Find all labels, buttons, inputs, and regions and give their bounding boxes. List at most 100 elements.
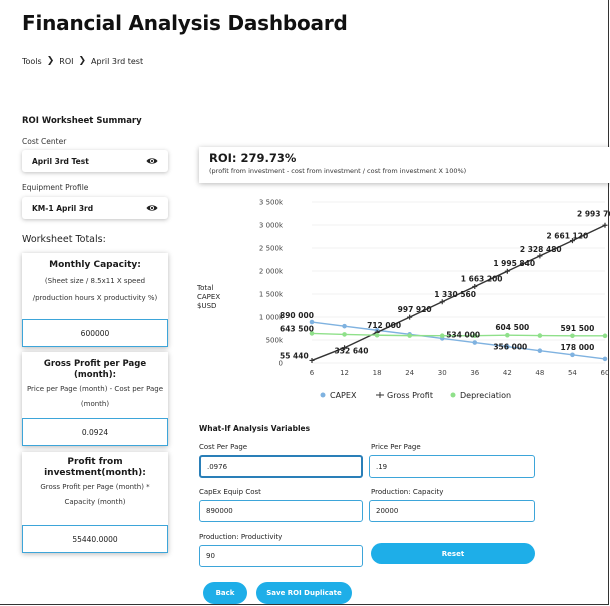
- legend-marker-gross-profit: [376, 392, 384, 398]
- depreciation-point: [374, 332, 380, 338]
- legend-label: Gross Profit: [387, 391, 433, 400]
- y-axis-label-line1: Total: [196, 284, 213, 292]
- production-capacity-input[interactable]: [369, 500, 535, 522]
- monthly-capacity-desc-line2: /production hours X productivity %): [32, 294, 158, 302]
- x-tick-label: 30: [438, 369, 447, 377]
- cost-center-label: Cost Center: [22, 137, 67, 146]
- capex-point: [472, 340, 478, 345]
- data-label: 1 663 200: [461, 274, 503, 283]
- cost-per-page-input[interactable]: [199, 455, 363, 478]
- depreciation-point: [602, 333, 608, 339]
- x-tick-label: 36: [470, 369, 479, 377]
- whatif-title: What-If Analysis Variables: [199, 424, 311, 433]
- price-per-page-input[interactable]: [369, 455, 535, 478]
- x-tick-label: 12: [340, 369, 349, 377]
- y-tick-label: 3 500k: [259, 199, 284, 207]
- capex-point: [602, 356, 608, 362]
- data-label: 604 500: [495, 323, 529, 332]
- depreciation-point: [439, 333, 445, 339]
- cost-per-page-label: Cost Per Page: [199, 443, 248, 451]
- gross-profit-value: 0.0924: [22, 418, 168, 446]
- eye-icon[interactable]: [146, 204, 158, 212]
- gross-profit-point: [602, 222, 608, 228]
- depreciation-point: [407, 333, 412, 338]
- x-tick-label: 60: [601, 369, 610, 377]
- eye-icon[interactable]: [146, 157, 158, 165]
- legend-label: CAPEX: [330, 391, 357, 400]
- gross-profit-point: [472, 283, 478, 289]
- data-label: 591 500: [560, 324, 594, 333]
- roi-summary-box: ROI: 279.73% (profit from investment - c…: [199, 147, 610, 183]
- y-tick-label: 0: [279, 360, 283, 368]
- gross-profit-point: [504, 268, 510, 274]
- data-label: 2 328 480: [520, 245, 562, 254]
- roi-formula: (profit from investment - cost from inve…: [209, 167, 467, 175]
- breadcrumb-item-current: April 3rd test: [91, 56, 144, 66]
- depreciation-point: [570, 333, 575, 339]
- depreciation-point: [537, 333, 543, 338]
- y-tick-label: 500k: [266, 337, 284, 345]
- data-label: 534 000: [446, 330, 480, 339]
- equipment-profile-label: Equipment Profile: [22, 183, 89, 192]
- chart-data-labels: 890 000 643 500 55 440 332 640 712 000 997 92…: [280, 209, 610, 360]
- legend-marker-depreciation: [450, 392, 456, 398]
- x-tick-label: 24: [405, 369, 414, 377]
- data-label: 356 000: [493, 343, 527, 352]
- save-roi-duplicate-button[interactable]: Save ROI Duplicate: [256, 582, 352, 604]
- gross-profit-point: [439, 299, 445, 305]
- depreciation-point: [342, 332, 347, 337]
- data-label: 178 000: [560, 343, 594, 352]
- data-label: 1 330 560: [434, 290, 476, 299]
- cost-center-value: April 3rd Test: [32, 156, 89, 166]
- breadcrumb-item-tools[interactable]: Tools: [22, 57, 42, 66]
- profit-investment-card: Profit from investment(month): Gross Pro…: [22, 452, 168, 553]
- back-button[interactable]: Back: [203, 582, 247, 604]
- profit-investment-title-line2: investment(month):: [44, 468, 146, 478]
- x-tick-label: 42: [503, 369, 512, 377]
- production-productivity-label: Production: Productivity: [199, 533, 283, 541]
- y-tick-label: 2 000k: [259, 268, 284, 276]
- capex-point: [537, 348, 543, 354]
- roi-line-chart: 0500k1 000k1 500k2 000k2 500k3 000k3 500…: [196, 199, 610, 401]
- reset-button[interactable]: Reset: [371, 543, 535, 564]
- x-tick-label: 6: [310, 369, 315, 377]
- legend-marker-capex: [320, 392, 326, 398]
- breadcrumb-item-roi[interactable]: ROI: [59, 57, 73, 66]
- data-label: 997 920: [398, 305, 432, 314]
- equipment-profile-select[interactable]: KM-1 April 3rd: [22, 197, 168, 219]
- cost-center-select[interactable]: April 3rd Test: [22, 150, 168, 172]
- capex-equip-cost-label: CapEx Equip Cost: [199, 488, 261, 496]
- gross-profit-point: [309, 357, 315, 363]
- data-label: 890 000: [280, 311, 314, 320]
- capex-equip-cost-input[interactable]: [199, 500, 363, 522]
- gross-profit-desc-line1: Price per Page (month) - Cost per Page: [26, 385, 164, 393]
- monthly-capacity-desc-line1: (Sheet size / 8.5x11 X speed: [44, 277, 146, 285]
- chevron-right-icon: ❯: [46, 56, 55, 66]
- production-productivity-input[interactable]: [199, 545, 363, 567]
- x-tick-label: 54: [568, 369, 577, 377]
- x-tick-label: 18: [373, 369, 382, 377]
- data-label: 55 440: [280, 351, 309, 360]
- monthly-capacity-card: Monthly Capacity: (Sheet size / 8.5x11 X…: [22, 253, 168, 347]
- x-axis-ticks: 6 12 18 24 30 36 42 48 54 60: [310, 369, 610, 377]
- profit-investment-desc-line1: Gross Profit per Page (month) *: [40, 483, 150, 491]
- gross-profit-point: [407, 314, 413, 320]
- breadcrumb: Tools ❯ ROI ❯ April 3rd test: [22, 56, 143, 66]
- monthly-capacity-title: Monthly Capacity:: [49, 260, 141, 270]
- chevron-right-icon: ❯: [78, 56, 87, 66]
- profit-investment-value: 55440.0000: [22, 525, 168, 553]
- gross-profit-desc-line2: (month): [80, 400, 110, 408]
- y-axis-label-line2: CAPEX: [197, 293, 220, 301]
- gross-profit-card: Gross Profit per Page (month): Price per…: [22, 352, 168, 446]
- data-label: 2 661 120: [546, 232, 588, 241]
- equipment-profile-value: KM-1 April 3rd: [32, 203, 94, 213]
- data-label: 712 000: [367, 321, 401, 330]
- data-label: 643 500: [280, 324, 314, 333]
- profit-investment-title-line1: Profit from: [67, 457, 123, 467]
- legend-label: Depreciation: [460, 391, 511, 400]
- y-tick-label: 1 500k: [259, 291, 284, 299]
- profit-investment-desc-line2: Capacity (month): [64, 498, 126, 506]
- y-axis-label-line3: $USD: [197, 302, 216, 310]
- gross-profit-title: Gross Profit per Page (month):: [43, 359, 147, 380]
- y-tick-label: 3 000k: [259, 222, 284, 230]
